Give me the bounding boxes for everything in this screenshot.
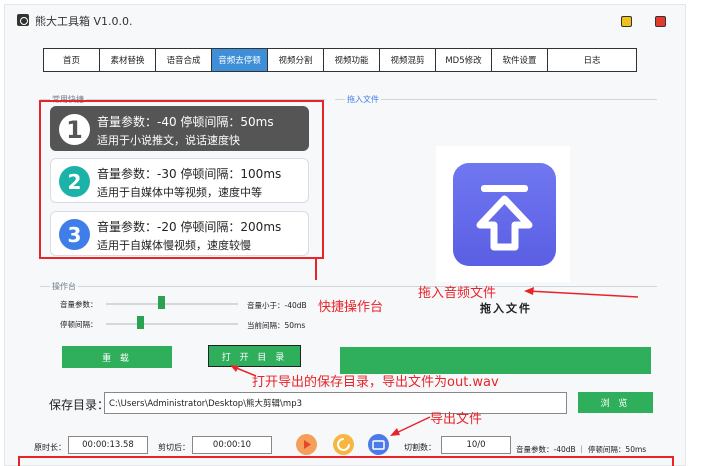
tab-log[interactable]: 日志 <box>548 49 636 71</box>
annotation-arrow-icon <box>524 287 639 298</box>
drop-group-line <box>335 99 657 100</box>
annotation-export-file: 导出文件 <box>430 412 483 427</box>
status-text: 音量参数：-40dB ｜ 停顿间隔：50ms <box>516 445 647 454</box>
bottom-highlight-box <box>18 456 674 466</box>
preset-1[interactable]: 1 音量参数：-40 停顿间隔：50ms 适用于小说推文，说话速度快 <box>50 106 309 151</box>
cut-count-value: 10/0 <box>441 436 511 454</box>
upload-icon[interactable] <box>453 163 556 266</box>
tab-home[interactable]: 首页 <box>44 49 100 71</box>
tab-md5-modify[interactable]: MD5修改 <box>436 49 492 71</box>
refresh-icon <box>337 438 350 451</box>
tab-settings[interactable]: 软件设置 <box>492 49 548 71</box>
volume-slider-track[interactable] <box>106 303 238 305</box>
pause-interval-value: 当前间隔：50ms <box>247 321 306 330</box>
preset-2-desc: 适用于自媒体中等视频，速度中等 <box>97 186 262 199</box>
tab-video-split[interactable]: 视频分割 <box>268 49 324 71</box>
volume-threshold-value: 音量小于：-40dB <box>247 301 307 310</box>
browse-button[interactable]: 浏 览 <box>578 392 653 413</box>
reload-button[interactable]: 重 载 <box>62 346 172 368</box>
export-button[interactable] <box>340 347 651 374</box>
folder-button[interactable] <box>368 434 389 455</box>
annotation-quick-console: 快捷操作台 <box>318 300 384 315</box>
volume-slider-thumb[interactable] <box>157 296 165 309</box>
preset-2[interactable]: 2 音量参数：-30 停顿间隔：100ms 适用于自媒体中等视频，速度中等 <box>50 158 309 203</box>
window-title: 熊大工具箱 V1.0.0. <box>35 15 133 28</box>
preset-3[interactable]: 3 音量参数：-20 停顿间隔：200ms 适用于自媒体慢视频，速度较慢 <box>50 211 309 256</box>
annotation-drag-audio: 拖入音频文件 <box>418 286 497 301</box>
preset-3-number: 3 <box>59 219 90 250</box>
main-tabs: 首页 素材替换 语音合成 音频去停顿 视频分割 视频功能 视频混剪 MD5修改 … <box>43 48 637 72</box>
save-directory-input[interactable]: C:\Users\Administrator\Desktop\熊大剪辑\mp3 <box>104 392 567 414</box>
tab-video-mix[interactable]: 视频混剪 <box>380 49 436 71</box>
tab-audio-remove-pause[interactable]: 音频去停顿 <box>212 49 268 71</box>
cut-duration-label: 剪切后： <box>158 443 190 452</box>
close-button[interactable] <box>655 16 666 27</box>
original-duration-label: 原时长： <box>34 443 66 452</box>
pause-slider-thumb[interactable] <box>136 316 144 329</box>
cut-duration-value: 00:00:10 <box>192 436 272 454</box>
app-logo-icon <box>17 14 29 26</box>
annotation-arrow-icon-3 <box>390 416 431 436</box>
drop-hint-text: 拖入文件 <box>480 302 532 315</box>
preset-2-params: 音量参数：-30 停顿间隔：100ms <box>97 167 282 181</box>
preset-3-params: 音量参数：-20 停顿间隔：200ms <box>97 220 282 234</box>
title-bar: 熊大工具箱 V1.0.0. <box>5 5 685 35</box>
preset-1-params: 音量参数：-40 停顿间隔：50ms <box>97 115 274 129</box>
drop-group-label: 拖入文件 <box>345 94 381 105</box>
annotation-arrow-line <box>315 258 317 280</box>
folder-icon <box>372 440 385 450</box>
cut-count-label: 切割数： <box>404 443 436 452</box>
play-button[interactable] <box>296 434 317 455</box>
play-icon <box>304 440 311 449</box>
tab-speech-synthesis[interactable]: 语音合成 <box>156 49 212 71</box>
console-group-label: 操作台 <box>50 281 78 292</box>
refresh-button[interactable] <box>333 434 354 455</box>
volume-slider-label: 音量参数： <box>60 300 98 309</box>
tab-video-functions[interactable]: 视频功能 <box>324 49 380 71</box>
tab-material-replace[interactable]: 素材替换 <box>100 49 156 71</box>
preset-2-number: 2 <box>59 166 90 197</box>
original-duration-value: 00:00:13.58 <box>68 436 148 454</box>
pause-slider-label: 停顿间隔： <box>60 320 98 329</box>
preset-1-number: 1 <box>59 114 90 145</box>
preset-3-desc: 适用于自媒体慢视频，速度较慢 <box>97 239 251 252</box>
preset-1-desc: 适用于小说推文，说话速度快 <box>97 134 240 147</box>
minimize-button[interactable] <box>621 16 632 27</box>
pause-slider-track[interactable] <box>106 323 238 325</box>
annotation-open-dir: 打开导出的保存目录，导出文件为out.wav <box>252 375 499 390</box>
save-directory-label: 保存目录： <box>49 398 110 412</box>
